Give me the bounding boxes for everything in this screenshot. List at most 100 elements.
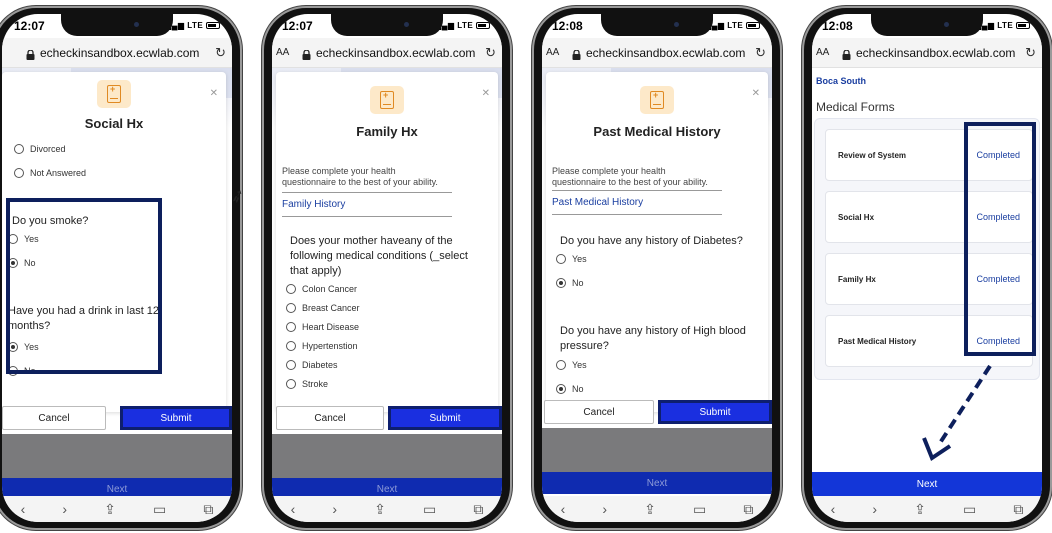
lock-icon — [842, 47, 851, 60]
phone-notch — [601, 14, 713, 36]
tabs-icon[interactable]: ⧉ — [203, 501, 213, 518]
back-icon[interactable]: ‹ — [21, 501, 26, 517]
option-bp-yes[interactable]: Yes — [556, 360, 587, 370]
close-icon[interactable]: ✕ — [482, 88, 490, 99]
back-icon[interactable]: ‹ — [831, 501, 836, 517]
form-name: Family Hx — [838, 274, 876, 284]
next-button[interactable]: Next — [542, 472, 772, 494]
next-button[interactable]: Next — [812, 472, 1042, 496]
screen: 12:07 ▂▄▆ LTE AA echeckinsandbox.ecwlab.… — [272, 14, 502, 522]
tabs-icon[interactable]: ⧉ — [743, 501, 753, 518]
lock-icon — [572, 47, 581, 60]
bookmarks-icon[interactable]: ▭ — [423, 501, 436, 518]
option-hypertension[interactable]: Hypertenstion — [286, 341, 358, 351]
family-hx-modal: ✕ Family Hx Please complete your health … — [276, 72, 498, 412]
intro-text: Please complete your health questionnair… — [282, 166, 438, 187]
browser-url-bar[interactable]: echeckinsandbox.ecwlab.com ↻ — [2, 38, 232, 68]
forward-icon[interactable]: › — [872, 501, 877, 517]
radio-icon — [556, 360, 566, 370]
modal-title: Social Hx — [84, 116, 144, 131]
section-past-medical-history[interactable]: Past Medical History — [552, 190, 722, 215]
form-name: Social Hx — [838, 212, 875, 222]
submit-button[interactable]: Submit — [120, 406, 232, 430]
option-not-answered[interactable]: Not Answered — [14, 168, 86, 178]
text-size-control[interactable]: AA — [276, 47, 289, 58]
cancel-button[interactable]: Cancel — [544, 400, 654, 424]
highlight-box-completed-status — [964, 122, 1036, 356]
medical-form-icon — [370, 86, 404, 114]
section-family-history[interactable]: Family History — [282, 192, 452, 217]
tabs-icon[interactable]: ⧉ — [1013, 501, 1023, 518]
forward-icon[interactable]: › — [332, 501, 337, 517]
submit-button[interactable]: Submit — [658, 400, 772, 424]
back-icon[interactable]: ‹ — [291, 501, 296, 517]
browser-url-bar[interactable]: AA echeckinsandbox.ecwlab.com ↻ — [542, 38, 772, 68]
option-bp-no[interactable]: No — [556, 384, 584, 394]
share-icon[interactable]: ⇪ — [644, 501, 656, 518]
modal-actions: Cancel Submit — [2, 406, 232, 432]
browser-url-bar[interactable]: AA echeckinsandbox.ecwlab.com ↻ — [272, 38, 502, 68]
option-divorced[interactable]: Divorced — [14, 144, 66, 154]
cancel-button[interactable]: Cancel — [276, 406, 384, 430]
form-name: Review of System — [838, 150, 907, 160]
close-icon[interactable]: ✕ — [752, 88, 760, 99]
option-diabetes[interactable]: Diabetes — [286, 360, 338, 370]
question-mother-conditions: Does your mother haveany of the followin… — [290, 235, 468, 277]
facility-name: Boca South — [816, 76, 867, 86]
checkbox-icon — [286, 379, 296, 389]
radio-icon — [14, 168, 24, 178]
text-size-control[interactable]: AA — [816, 47, 829, 58]
bookmarks-icon[interactable]: ▭ — [693, 501, 706, 518]
network-label: LTE — [727, 21, 744, 30]
reload-icon[interactable]: ↻ — [755, 45, 766, 61]
url-text: echeckinsandbox.ecwlab.com — [316, 45, 476, 60]
option-heart-disease[interactable]: Heart Disease — [286, 322, 359, 332]
status-time: 12:07 — [282, 19, 313, 33]
checkbox-icon — [286, 360, 296, 370]
browser-url-bar[interactable]: AA echeckinsandbox.ecwlab.com ↻ — [812, 38, 1042, 68]
option-diabetes-no[interactable]: No — [556, 278, 584, 288]
browser-toolbar: ‹ › ⇪ ▭ ⧉ — [812, 496, 1042, 522]
modal-actions: Cancel Submit — [272, 406, 502, 432]
highlight-box-social-questions — [6, 198, 162, 374]
back-icon[interactable]: ‹ — [561, 501, 566, 517]
bookmarks-icon[interactable]: ▭ — [963, 501, 976, 518]
forward-icon[interactable]: › — [602, 501, 607, 517]
share-icon[interactable]: ⇪ — [104, 501, 116, 518]
phone-notch — [331, 14, 443, 36]
browser-toolbar: ‹ › ⇪ ▭ ⧉ — [272, 496, 502, 522]
option-stroke[interactable]: Stroke — [286, 379, 328, 389]
browser-toolbar: ‹ › ⇪ ▭ ⧉ — [542, 496, 772, 522]
reload-icon[interactable]: ↻ — [485, 45, 496, 61]
lock-icon — [26, 47, 35, 60]
battery-icon — [476, 22, 490, 29]
radio-icon — [14, 144, 24, 154]
share-icon[interactable]: ⇪ — [374, 501, 386, 518]
text-size-control[interactable]: AA — [546, 47, 559, 58]
question-high-blood-pressure: Do you have any history of High blood pr… — [560, 325, 746, 352]
url-text: echeckinsandbox.ecwlab.com — [586, 45, 746, 60]
status-icons: ▂▄▆ LTE — [165, 21, 220, 30]
option-colon-cancer[interactable]: Colon Cancer — [286, 284, 357, 294]
option-breast-cancer[interactable]: Breast Cancer — [286, 303, 360, 313]
url-text: echeckinsandbox.ecwlab.com — [856, 45, 1016, 60]
close-icon[interactable]: ✕ — [210, 88, 218, 99]
modal-title: Family Hx — [356, 124, 418, 139]
radio-icon — [556, 254, 566, 264]
medical-form-icon — [97, 80, 131, 108]
overlay-backdrop — [272, 434, 502, 478]
option-diabetes-yes[interactable]: Yes — [556, 254, 587, 264]
reload-icon[interactable]: ↻ — [215, 45, 226, 61]
question-diabetes: Do you have any history of Diabetes? — [560, 235, 743, 247]
screen: 12:08 ▂▄▆ LTE AA echeckinsandbox.ecwlab.… — [542, 14, 772, 522]
reload-icon[interactable]: ↻ — [1025, 45, 1036, 61]
submit-button[interactable]: Submit — [388, 406, 502, 430]
tabs-icon[interactable]: ⧉ — [473, 501, 483, 518]
share-icon[interactable]: ⇪ — [914, 501, 926, 518]
cancel-button[interactable]: Cancel — [2, 406, 106, 430]
modal-title: Past Medical History — [593, 124, 721, 139]
checkbox-icon — [286, 341, 296, 351]
forward-icon[interactable]: › — [62, 501, 67, 517]
browser-toolbar: ‹ › ⇪ ▭ ⧉ — [2, 496, 232, 522]
bookmarks-icon[interactable]: ▭ — [153, 501, 166, 518]
